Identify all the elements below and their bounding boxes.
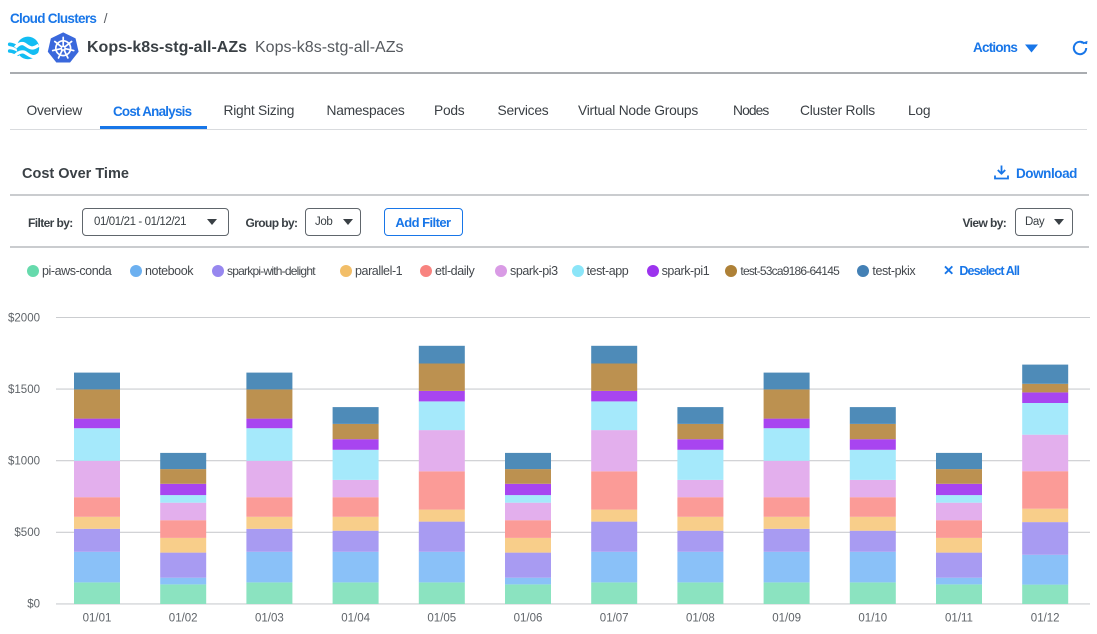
svg-text:01/08: 01/08 bbox=[686, 613, 715, 625]
svg-text:01/10: 01/10 bbox=[858, 613, 887, 625]
svg-text:$2000: $2000 bbox=[8, 312, 40, 324]
svg-text:01/02: 01/02 bbox=[169, 613, 198, 625]
svg-text:01/03: 01/03 bbox=[255, 613, 284, 625]
svg-text:01/05: 01/05 bbox=[427, 613, 456, 625]
svg-text:01/11: 01/11 bbox=[945, 613, 973, 625]
svg-text:01/01: 01/01 bbox=[83, 613, 112, 625]
svg-text:$1000: $1000 bbox=[8, 456, 40, 468]
svg-text:01/06: 01/06 bbox=[514, 613, 543, 625]
svg-text:01/04: 01/04 bbox=[341, 613, 370, 625]
svg-text:$500: $500 bbox=[14, 527, 40, 539]
svg-text:01/09: 01/09 bbox=[772, 613, 801, 625]
svg-text:01/12: 01/12 bbox=[1031, 613, 1060, 625]
svg-text:$1500: $1500 bbox=[8, 384, 40, 396]
svg-text:$0: $0 bbox=[27, 599, 40, 611]
svg-text:01/07: 01/07 bbox=[600, 613, 629, 625]
